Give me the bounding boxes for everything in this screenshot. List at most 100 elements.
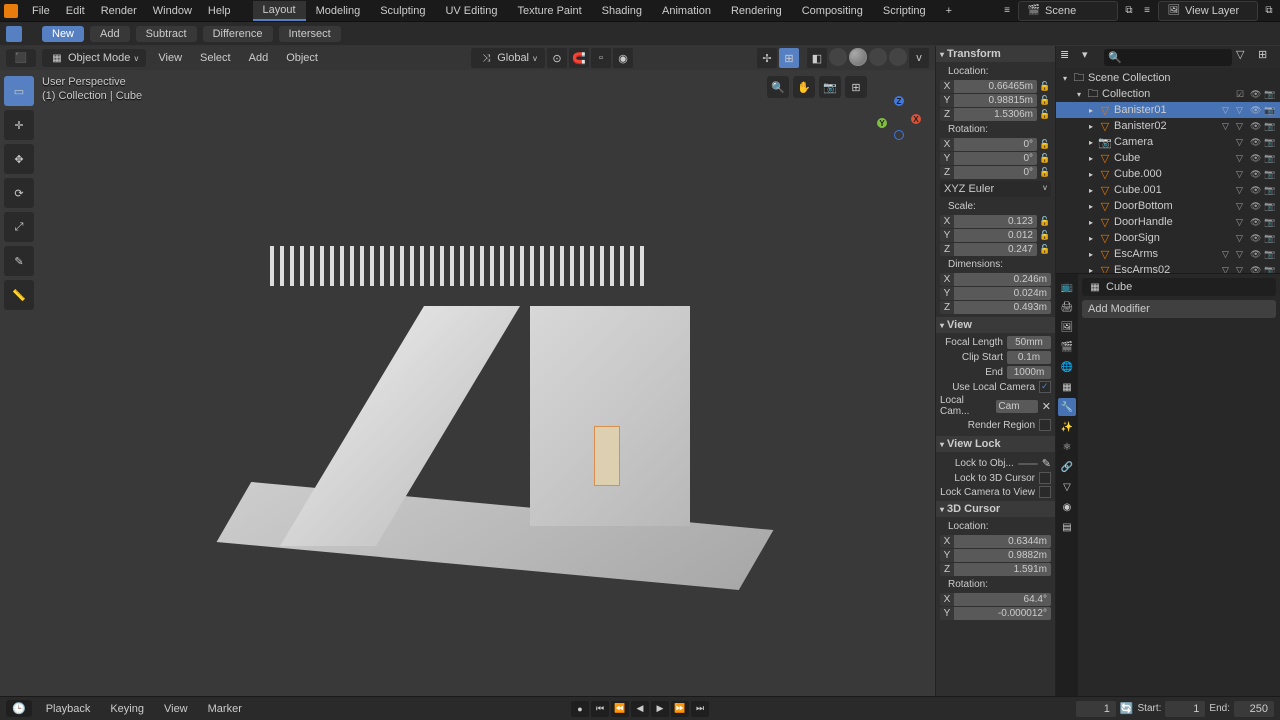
outliner-item-doorhandle[interactable]: ▸▽DoorHandle▽👁📷 — [1056, 214, 1280, 230]
3d-viewport[interactable]: ⬛ ▦Object Mode v View Select Add Object … — [0, 46, 935, 696]
xray-toggle[interactable]: ◧ — [807, 48, 827, 68]
cursor-rot-y[interactable]: -0.000012° — [954, 607, 1051, 620]
hide-render-icon[interactable]: 📷 — [1264, 185, 1276, 196]
viewport-menu-select[interactable]: Select — [194, 52, 237, 64]
hide-render-icon[interactable]: 📷 — [1264, 137, 1276, 148]
hide-viewport-icon[interactable]: 👁 — [1250, 249, 1262, 260]
jump-start-icon[interactable]: ⏮ — [591, 701, 609, 717]
timeline-playback-menu[interactable]: Playback — [40, 703, 97, 715]
tab-modifiers[interactable]: 🔧 — [1058, 398, 1076, 416]
timeline-marker-menu[interactable]: Marker — [202, 703, 248, 715]
disclosure-icon[interactable]: ▸ — [1086, 122, 1096, 131]
hide-viewport-icon[interactable]: 👁 — [1250, 185, 1262, 196]
hide-render-icon[interactable]: 📷 — [1264, 105, 1276, 116]
lock-to-object-value[interactable] — [1018, 463, 1038, 465]
tab-constraints[interactable]: 🔗 — [1058, 458, 1076, 476]
tab-object[interactable]: ▦ — [1058, 378, 1076, 396]
viewlayer-field[interactable]: 🖼View Layer — [1158, 1, 1258, 21]
workspace-add[interactable]: + — [936, 2, 962, 20]
snap-dropdown[interactable]: ▫ — [591, 48, 611, 68]
workspace-sculpting[interactable]: Sculpting — [370, 2, 435, 20]
hide-render-icon[interactable]: 📷 — [1264, 121, 1276, 132]
workspace-modeling[interactable]: Modeling — [306, 2, 371, 20]
properties-breadcrumb[interactable]: ▦Cube — [1082, 278, 1276, 296]
rot-y-lock-icon[interactable]: 🔓 — [1039, 153, 1051, 164]
hide-viewport-icon[interactable]: 👁 — [1250, 153, 1262, 164]
loc-z-value[interactable]: 1.5306m — [954, 108, 1037, 121]
rot-x-value[interactable]: 0° — [954, 138, 1037, 151]
hide-render-icon[interactable]: 📷 — [1264, 233, 1276, 244]
outliner-filter-icon[interactable]: ▽ — [1236, 48, 1254, 66]
3d-cursor-panel-header[interactable]: 3D Cursor — [936, 501, 1055, 517]
dim-x-value[interactable]: 0.246m — [954, 273, 1051, 286]
disclosure-icon[interactable]: ▾ — [1060, 74, 1070, 83]
clip-end-value[interactable]: 1000m — [1007, 366, 1051, 379]
dim-y-value[interactable]: 0.024m — [954, 287, 1051, 300]
disclosure-icon[interactable]: ▸ — [1086, 170, 1096, 179]
loc-y-lock-icon[interactable]: 🔓 — [1039, 95, 1051, 106]
bool-add-button[interactable]: Add — [90, 26, 130, 42]
bool-difference-button[interactable]: Difference — [203, 26, 273, 42]
workspace-uv-editing[interactable]: UV Editing — [435, 2, 507, 20]
tab-render[interactable]: 📺 — [1058, 278, 1076, 296]
shading-dropdown[interactable]: v — [909, 48, 929, 68]
tab-material[interactable]: ◉ — [1058, 498, 1076, 516]
rot-z-value[interactable]: 0° — [954, 166, 1037, 179]
outliner-editor-type-icon[interactable]: ≣ — [1060, 48, 1078, 66]
viewlayer-new-icon[interactable]: ⧉ — [1262, 4, 1276, 18]
loc-z-lock-icon[interactable]: 🔓 — [1039, 109, 1051, 120]
scale-z-value[interactable]: 0.247 — [954, 243, 1037, 256]
local-camera-value[interactable]: Cam — [996, 400, 1037, 413]
add-modifier-dropdown[interactable]: Add Modifier — [1082, 300, 1276, 318]
exclude-toggle-icon[interactable]: ☑ — [1236, 89, 1248, 100]
hide-render-icon[interactable]: 📷 — [1264, 265, 1276, 274]
disclosure-icon[interactable]: ▸ — [1086, 202, 1096, 211]
outliner-item-doorsign[interactable]: ▸▽DoorSign▽👁📷 — [1056, 230, 1280, 246]
disclosure-icon[interactable]: ▾ — [1074, 90, 1084, 99]
end-frame-field[interactable]: 250 — [1234, 701, 1274, 717]
scale-y-lock-icon[interactable]: 🔓 — [1039, 230, 1051, 241]
play-icon[interactable]: ▶ — [651, 701, 669, 717]
keyframe-next-icon[interactable]: ⏩ — [671, 701, 689, 717]
outliner-item-banister02[interactable]: ▸▽Banister02▽▽👁📷 — [1056, 118, 1280, 134]
disclosure-icon[interactable]: ▸ — [1086, 250, 1096, 259]
cursor-loc-z[interactable]: 1.591m — [954, 563, 1051, 576]
tab-output[interactable]: 🖨 — [1058, 298, 1076, 316]
dim-z-value[interactable]: 0.493m — [954, 301, 1051, 314]
outliner-item-camera[interactable]: ▸📷Camera▽👁📷 — [1056, 134, 1280, 150]
workspace-animation[interactable]: Animation — [652, 2, 721, 20]
viewport-persp-icon[interactable]: ⊞ — [845, 76, 867, 98]
play-reverse-icon[interactable]: ◀ — [631, 701, 649, 717]
disclosure-icon[interactable]: ▸ — [1086, 106, 1096, 115]
hide-render-icon[interactable]: 📷 — [1264, 249, 1276, 260]
hide-render-icon[interactable]: 📷 — [1264, 217, 1276, 228]
outliner-new-collection-icon[interactable]: ⊞ — [1258, 48, 1276, 66]
disable-toggle-icon[interactable]: 📷 — [1264, 89, 1276, 100]
cursor-loc-x[interactable]: 0.6344m — [954, 535, 1051, 548]
tool-select-box[interactable]: ▭ — [4, 76, 34, 106]
outliner-tree[interactable]: ▾ 🗀 Scene Collection ▾ 🗀 Collection ☑👁📷 … — [1056, 68, 1280, 273]
hide-viewport-icon[interactable]: 👁 — [1250, 169, 1262, 180]
viewport-menu-view[interactable]: View — [152, 52, 188, 64]
autokey-toggle[interactable]: ● — [571, 701, 589, 717]
scene-browse-icon[interactable]: ≡ — [1000, 4, 1014, 18]
view-lock-header[interactable]: View Lock — [936, 436, 1055, 452]
workspace-rendering[interactable]: Rendering — [721, 2, 792, 20]
scale-x-value[interactable]: 0.123 — [954, 215, 1037, 228]
loc-y-value[interactable]: 0.98815m — [954, 94, 1037, 107]
disclosure-icon[interactable]: ▸ — [1086, 218, 1096, 227]
hide-viewport-icon[interactable]: 👁 — [1250, 121, 1262, 132]
clip-start-value[interactable]: 0.1m — [1007, 351, 1051, 364]
menu-edit[interactable]: Edit — [58, 5, 93, 17]
render-region-checkbox[interactable] — [1039, 419, 1051, 431]
cursor-tool-icon[interactable] — [6, 26, 22, 42]
view-panel-header[interactable]: View — [936, 317, 1055, 333]
hide-toggle-icon[interactable]: 👁 — [1250, 89, 1262, 100]
shading-rendered-icon[interactable] — [889, 48, 907, 66]
hide-render-icon[interactable]: 📷 — [1264, 169, 1276, 180]
disclosure-icon[interactable]: ▸ — [1086, 154, 1096, 163]
tab-data[interactable]: ▽ — [1058, 478, 1076, 496]
snap-toggle[interactable]: 🧲 — [569, 48, 589, 68]
eyedropper-icon[interactable]: ✎ — [1042, 457, 1051, 470]
disclosure-icon[interactable]: ▸ — [1086, 234, 1096, 243]
